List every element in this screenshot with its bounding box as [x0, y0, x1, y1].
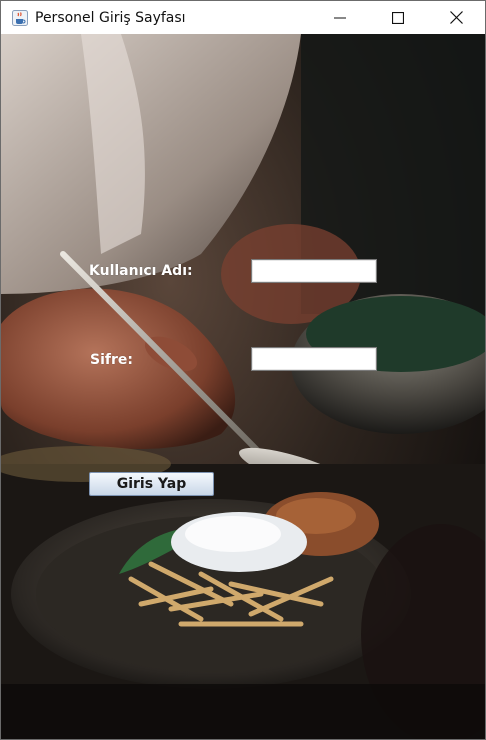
password-input[interactable]	[251, 347, 377, 371]
password-label: Sifre:	[90, 352, 133, 368]
minimize-icon	[334, 17, 346, 18]
close-icon	[449, 11, 463, 24]
title-bar[interactable]: Personel Giriş Sayfası	[1, 1, 485, 34]
maximize-button[interactable]	[369, 1, 427, 34]
close-button[interactable]	[427, 1, 485, 34]
background-photo	[1, 34, 485, 739]
java-cup-icon	[11, 9, 29, 27]
username-label: Kullanıcı Adı:	[89, 263, 193, 279]
login-window: Personel Giriş Sayfası Kullanıcı Adı: Si…	[0, 0, 486, 740]
maximize-icon	[392, 11, 404, 24]
login-button[interactable]: Giris Yap	[89, 472, 214, 496]
window-title: Personel Giriş Sayfası	[35, 9, 186, 26]
username-input[interactable]	[251, 259, 377, 283]
content-pane: Kullanıcı Adı: Sifre: Giris Yap	[1, 34, 485, 739]
minimize-button[interactable]	[311, 1, 369, 34]
